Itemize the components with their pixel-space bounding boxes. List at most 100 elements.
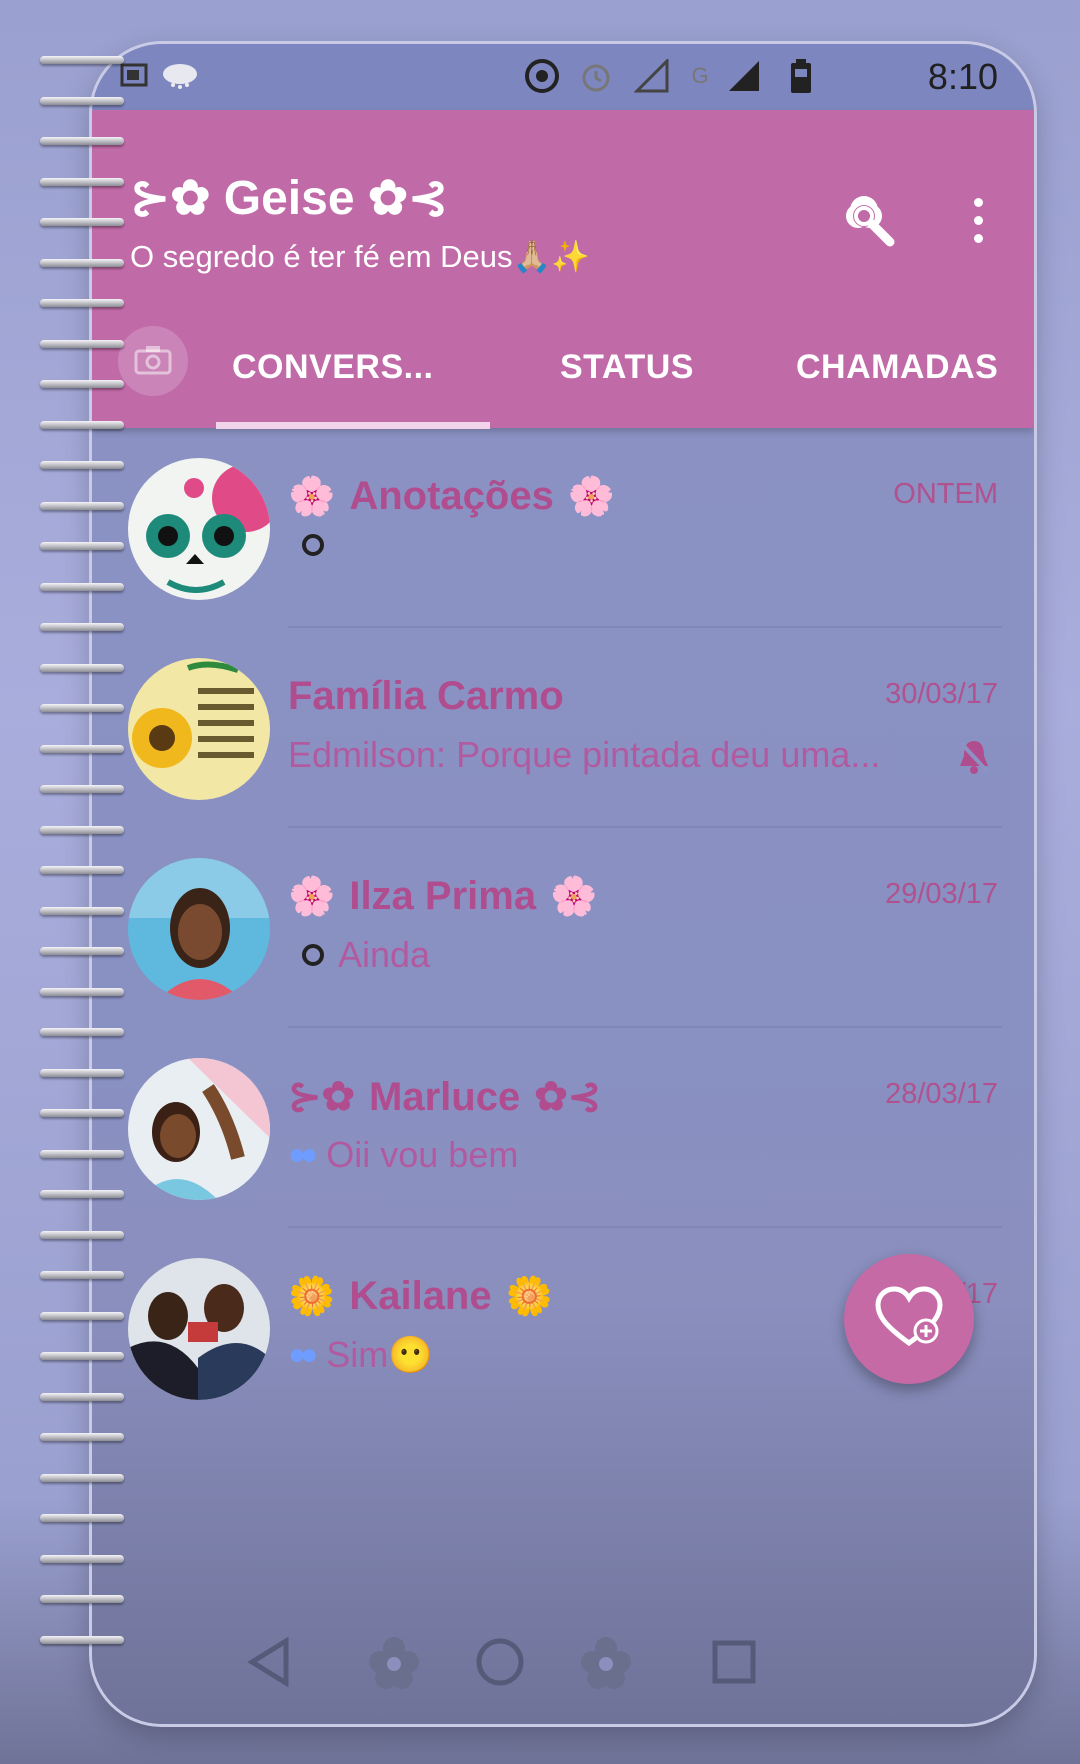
- chat-row-marluce[interactable]: ⊱✿ Marluce ✿⊰ 28/03/17 ●● Oii vou bem: [92, 1028, 1034, 1228]
- spiral-coil: [40, 1554, 124, 1563]
- cloud-icon: [160, 58, 200, 94]
- back-triangle-icon: [246, 1636, 294, 1692]
- phone-screen: G 8:10 ⊱✿ Geise ✿⊰ O segredo é ter fé em…: [92, 44, 1034, 1724]
- chat-timestamp: 30/03/17: [885, 678, 998, 710]
- new-chat-fab[interactable]: [844, 1254, 974, 1384]
- tab-status[interactable]: STATUS: [560, 348, 694, 387]
- spiral-coil: [40, 785, 124, 793]
- spiral-coil: [40, 339, 124, 348]
- spiral-coil: [40, 582, 124, 591]
- chat-preview: ●● Oii vou bem: [288, 1134, 518, 1176]
- recents-button[interactable]: [704, 1634, 764, 1694]
- chat-row-anotacoes[interactable]: 🌸 Anotações 🌸 ONTEM: [92, 428, 1034, 628]
- spiral-coil: [40, 663, 124, 672]
- chat-name: ⊱✿ Marluce ✿⊰: [288, 1074, 601, 1120]
- avatar[interactable]: [128, 658, 270, 800]
- chat-name-text: Ilza Prima: [349, 874, 537, 918]
- signal-empty-icon: [632, 58, 672, 94]
- chat-row-ilza-prima[interactable]: 🌸 Ilza Prima 🌸 29/03/17 Ainda: [92, 828, 1034, 1028]
- read-receipt-icon: ●●: [288, 1138, 318, 1171]
- spiral-coil: [40, 258, 124, 267]
- chat-name-text: Marluce: [369, 1074, 521, 1119]
- tab-bar: CONVERS... STATUS CHAMADAS: [92, 308, 1034, 429]
- alarm-icon: [576, 58, 616, 94]
- search-icon: [836, 196, 906, 260]
- spiral-coil: [40, 1514, 124, 1522]
- back-button[interactable]: [240, 1634, 300, 1694]
- search-button[interactable]: [836, 186, 906, 256]
- recents-square-icon: [711, 1639, 757, 1690]
- pending-status-icon: [302, 944, 324, 966]
- spiral-coil: [40, 1109, 124, 1117]
- more-options-button[interactable]: [966, 194, 990, 250]
- home-circle-icon: [474, 1636, 526, 1693]
- avatar[interactable]: [128, 1058, 270, 1200]
- tab-calls[interactable]: CHAMADAS: [796, 348, 998, 387]
- flower-emoji: 🌸: [567, 475, 616, 518]
- spiral-coil: [40, 56, 124, 64]
- flower-emoji: 🌸: [288, 475, 336, 518]
- chat-preview: [288, 534, 338, 556]
- chat-timestamp: ONTEM: [893, 478, 998, 510]
- flower-emoji: 🌸: [288, 875, 336, 918]
- chat-name-text: Família Carmo: [288, 674, 564, 718]
- spiral-coil: [40, 825, 124, 834]
- spiral-coil: [40, 1271, 124, 1279]
- signal-full-icon: [724, 58, 764, 94]
- spiral-coil: [40, 218, 124, 226]
- spiral-coil: [40, 947, 124, 955]
- nav-flower-right: [576, 1634, 636, 1694]
- spiral-coil: [40, 1190, 124, 1198]
- flourish-right: ✿⊰: [534, 1075, 602, 1119]
- spiral-coil: [40, 1433, 124, 1441]
- chat-preview-text: Sim😶: [326, 1334, 434, 1375]
- sunflower-emoji: 🌼: [505, 1275, 553, 1318]
- chat-row-familia-carmo[interactable]: Família Carmo 30/03/17 Edmilson: Porque …: [92, 628, 1034, 828]
- spiral-coil: [40, 96, 124, 105]
- camera-icon: [133, 343, 173, 380]
- more-vert-icon: [966, 198, 990, 243]
- flower-icon: [366, 1634, 422, 1695]
- flourish-left: ⊱✿: [288, 1075, 356, 1119]
- spiral-coil: [40, 623, 124, 631]
- chat-name: 🌼 Kailane 🌼: [288, 1274, 553, 1319]
- chat-preview: Edmilson: Porque pintada deu uma...: [288, 734, 880, 776]
- spiral-coil: [40, 420, 124, 429]
- clock: 8:10: [927, 56, 998, 97]
- chat-preview-text: Edmilson: Porque pintada deu uma...: [288, 734, 881, 775]
- spiral-coil: [40, 501, 124, 510]
- spiral-coil: [40, 987, 124, 996]
- avatar[interactable]: [128, 1258, 270, 1400]
- battery-icon: [786, 58, 816, 94]
- spiral-coil: [40, 744, 124, 753]
- sunflower-emoji: 🌼: [288, 1275, 336, 1318]
- spiral-coil: [40, 1595, 124, 1603]
- spiral-coil: [40, 704, 124, 712]
- avatar[interactable]: [128, 458, 270, 600]
- spiral-coil: [40, 1230, 124, 1239]
- spiral-coil: [40, 380, 124, 388]
- chat-preview-text: Ainda: [338, 934, 431, 975]
- chat-name-text: Kailane: [349, 1274, 492, 1318]
- spiral-coil: [40, 1068, 124, 1077]
- spiral-coil: [40, 1352, 124, 1360]
- home-button[interactable]: [470, 1634, 530, 1694]
- notebook-spiral-binding: [40, 56, 124, 1696]
- spiral-coil: [40, 1392, 124, 1401]
- camera-tab[interactable]: [118, 326, 188, 396]
- chat-preview: Ainda: [288, 934, 430, 976]
- spiral-coil: [40, 866, 124, 874]
- avatar[interactable]: [128, 858, 270, 1000]
- spiral-coil: [40, 137, 124, 145]
- spiral-coil: [40, 1028, 124, 1036]
- tab-conversations[interactable]: CONVERS...: [232, 348, 433, 387]
- spiral-coil: [40, 1473, 124, 1482]
- nav-flower-left: [364, 1634, 424, 1694]
- spiral-coil: [40, 1635, 124, 1644]
- status-bar: G 8:10: [92, 44, 1034, 110]
- network-g-icon: G: [691, 63, 709, 88]
- page-title: ⊱✿ Geise ✿⊰: [130, 172, 449, 225]
- target-icon: [522, 58, 562, 94]
- pending-status-icon: [302, 534, 324, 556]
- profile-status-text: O segredo é ter fé em Deus🙏🏼✨: [130, 239, 590, 274]
